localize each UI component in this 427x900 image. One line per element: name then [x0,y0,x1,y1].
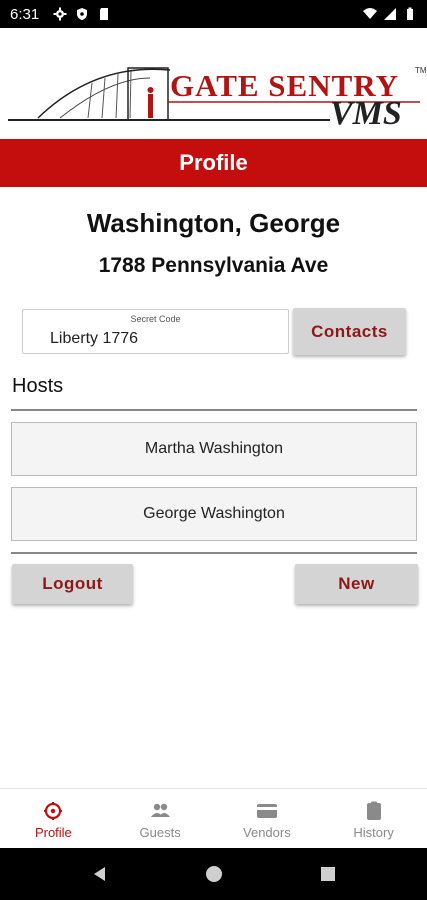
secret-code-value[interactable]: Liberty 1776 [50,330,138,348]
shield-icon [77,8,88,20]
hosts-heading: Hosts [12,375,64,397]
secret-code-label: Secret Code [130,314,181,324]
logout-button[interactable]: Logout [12,564,133,604]
guests-icon [151,803,171,817]
history-icon [366,801,381,820]
secret-code-field[interactable]: Secret Code Liberty 1776 [22,309,289,354]
host-item[interactable]: George Washington [11,487,417,541]
nav-label-guests: Guests [139,825,181,840]
hosts-divider-top [11,409,417,411]
nav-item-history[interactable]: History [320,789,427,848]
nav-label-profile: Profile [34,825,72,840]
profile-address: 1788 Pennsylvania Ave [98,254,329,277]
nav-item-guests[interactable]: Guests [107,789,214,848]
nav-item-vendors[interactable]: Vendors [214,789,321,848]
hosts-divider-bottom [11,552,417,554]
wifi-icon [363,8,377,19]
page-title: Profile [179,150,248,175]
gate-sentry-logo: GATE SENTRY VMS TM [0,28,427,139]
page-header: Profile [0,139,427,187]
bottom-nav: Profile Guests Vendors History [0,788,427,848]
system-nav-bar [0,848,427,900]
settings-icon [53,7,67,21]
battery-icon [407,7,413,20]
signal-icon [384,8,396,20]
vendors-icon [256,804,277,818]
nav-item-profile[interactable]: Profile [0,789,107,848]
back-icon[interactable] [91,865,109,883]
nav-label-vendors: Vendors [243,825,291,840]
sd-card-icon [100,8,109,20]
nav-label-history: History [353,825,394,840]
status-time: 6:31 [10,5,40,23]
status-bar: 6:31 [0,0,427,28]
profile-name: Washington, George [86,208,341,238]
recents-icon[interactable] [319,865,337,883]
host-item[interactable]: Martha Washington [11,422,417,476]
profile-icon [44,802,63,820]
contacts-button[interactable]: Contacts [293,308,406,355]
logo-subtitle: VMS [330,95,402,132]
home-icon[interactable] [205,865,223,883]
logo-trademark: TM [415,66,427,75]
new-button[interactable]: New [295,564,418,604]
